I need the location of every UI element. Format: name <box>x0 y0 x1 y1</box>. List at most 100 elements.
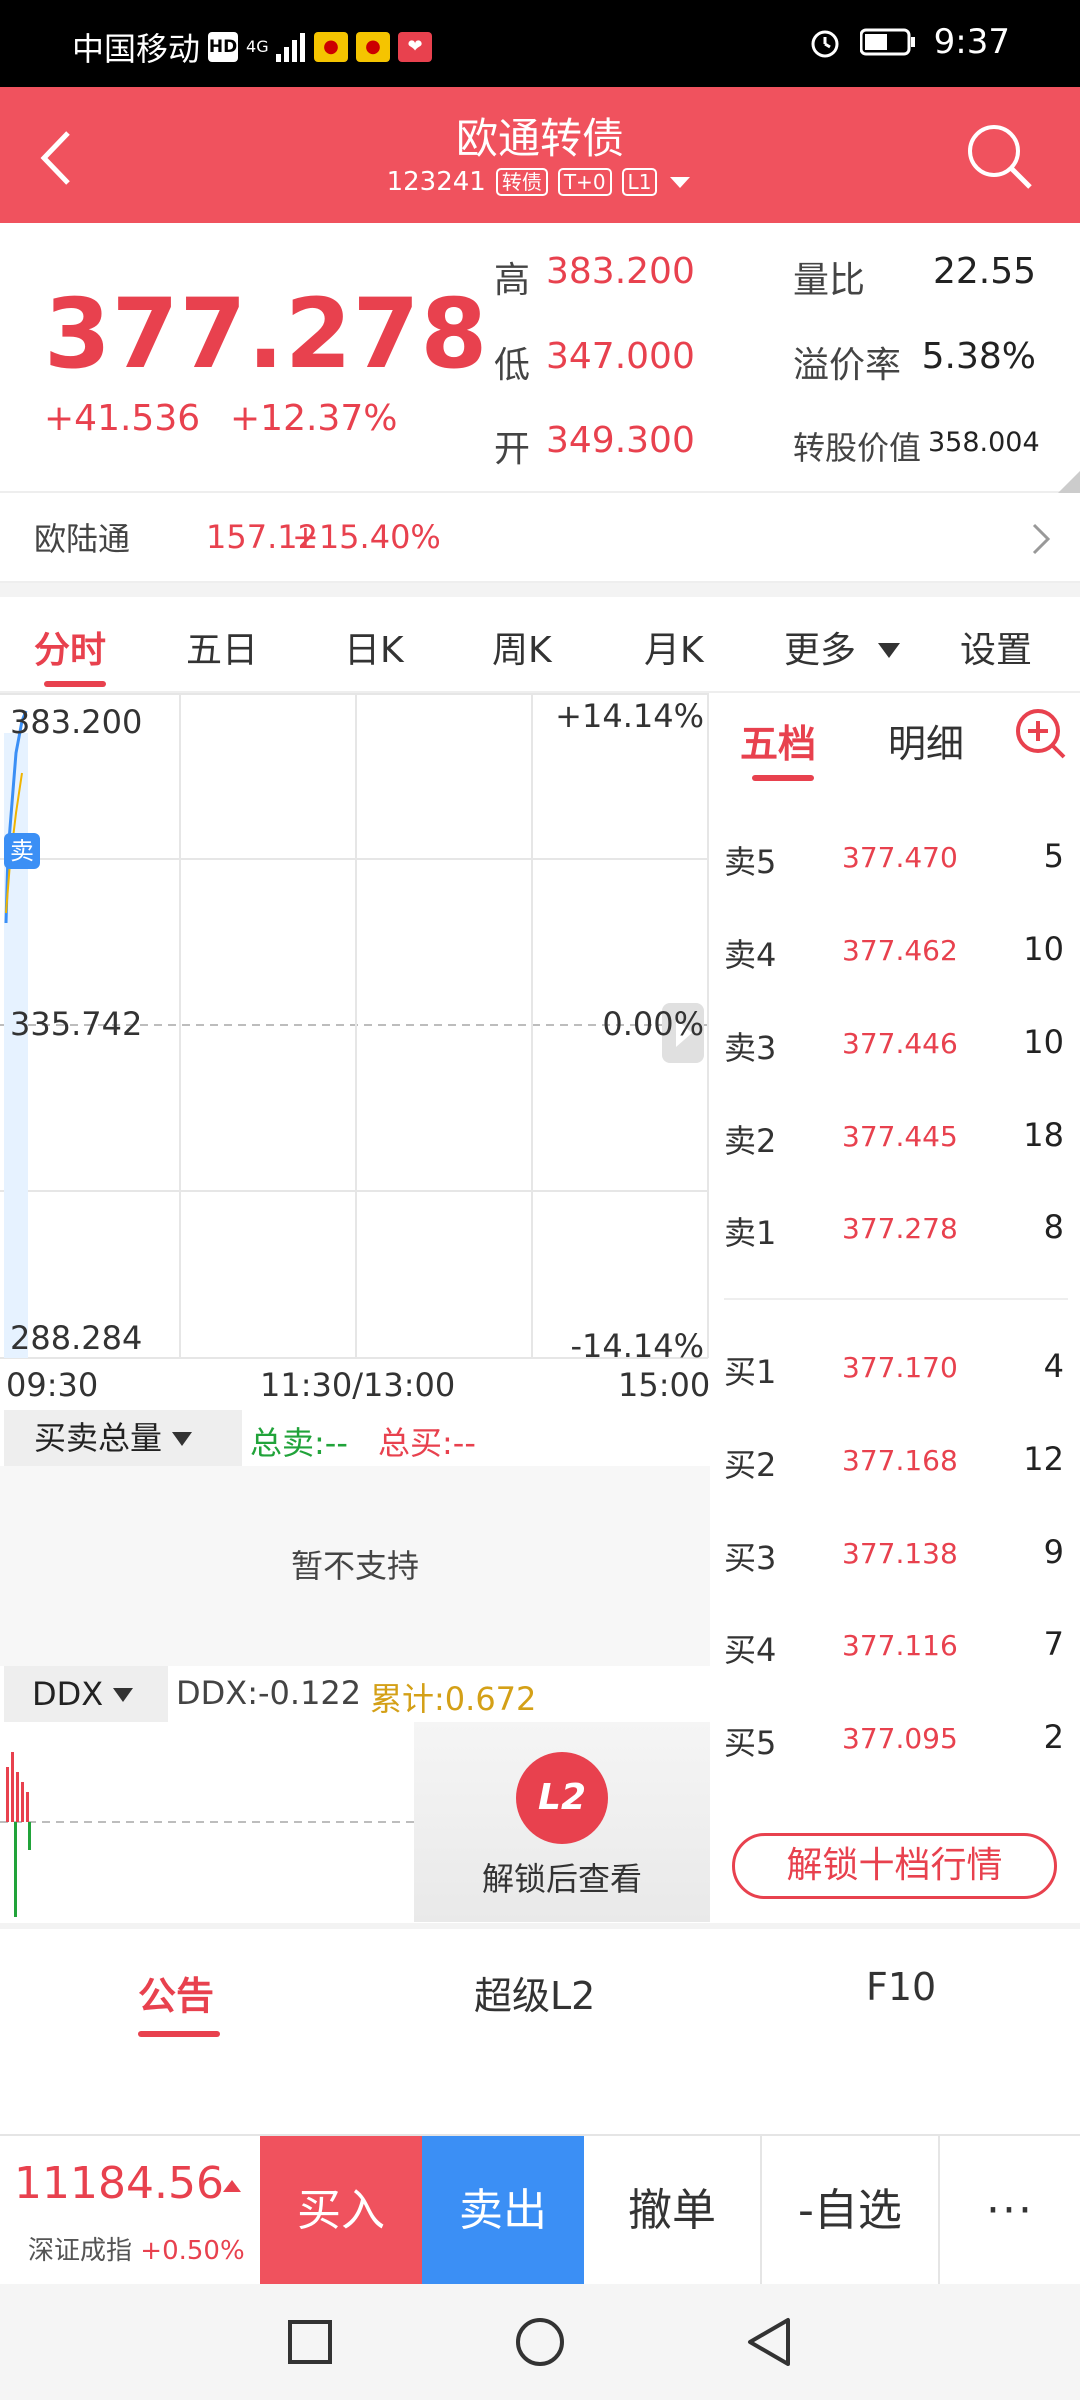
book-tab-indicator <box>752 775 814 781</box>
level-price: 377.138 <box>842 1537 958 1570</box>
carrier-label: 中国移动 <box>72 30 201 68</box>
zoom-in-icon[interactable] <box>1014 707 1066 759</box>
level-volume: 10 <box>1023 1023 1064 1061</box>
level-volume: 18 <box>1023 1116 1064 1154</box>
intraday-chart[interactable]: 383.200 335.742 288.284 +14.14% 0.00% -1… <box>0 693 710 1365</box>
level-label: 买3 <box>724 1539 777 1577</box>
app-header: 欧通转债 123241 转债 T+0 L1 <box>0 87 1080 223</box>
recent-apps-icon[interactable] <box>286 2318 334 2366</box>
tab-more[interactable]: 更多 <box>784 621 902 673</box>
tab-details[interactable]: 明细 <box>888 713 964 768</box>
pct-axis-bottom-label: -14.14% <box>570 1327 704 1365</box>
dropdown-icon <box>113 1688 134 1702</box>
unlock-ten-levels-button[interactable]: 解锁十档行情 <box>732 1833 1057 1899</box>
tab-daily-k[interactable]: 日K <box>344 621 404 673</box>
buy-level-4[interactable]: 买4 377.116 7 <box>724 1625 1064 1685</box>
level-label: 卖4 <box>724 936 777 974</box>
watchlist-button[interactable]: -自选 <box>762 2136 940 2286</box>
y-axis-mid-label: 335.742 <box>10 1005 143 1043</box>
level-volume: 10 <box>1023 930 1064 968</box>
dropdown-icon[interactable] <box>667 172 693 192</box>
ddx-toolbar: DDX DDX:-0.122 累计:0.672 <box>0 1666 710 1722</box>
underlying-change-pct: +15.40% <box>292 518 441 556</box>
level-label: 买4 <box>724 1631 777 1669</box>
level-volume: 7 <box>1043 1625 1064 1663</box>
level-volume: 4 <box>1043 1347 1064 1385</box>
level-label: 卖2 <box>724 1122 777 1160</box>
tab-announcements[interactable]: 公告 <box>138 1965 214 2020</box>
ddx-selector-label: DDX <box>32 1675 104 1713</box>
x-axis-end-label: 15:00 <box>618 1366 711 1404</box>
weibo-icon: ● <box>314 32 349 62</box>
trade-toolbar: 11184.56 深证成指 +0.50% 买入 卖出 撤单 -自选 ··· <box>0 2134 1080 2286</box>
l2-locked-overlay[interactable]: L2 解锁后查看 <box>414 1722 710 1922</box>
tab-f10[interactable]: F10 <box>866 1965 936 2009</box>
weibo-icon-2: ● <box>356 32 391 62</box>
signal-icon <box>276 33 306 62</box>
level-volume: 9 <box>1043 1533 1064 1571</box>
t0-tag: T+0 <box>557 168 612 196</box>
page-title: 欧通转债 <box>455 114 624 163</box>
tab-five-levels[interactable]: 五档 <box>740 713 816 768</box>
home-icon[interactable] <box>514 2316 566 2368</box>
tab-five-day[interactable]: 五日 <box>186 621 258 673</box>
tab-settings[interactable]: 设置 <box>960 621 1032 673</box>
tab-monthly-k[interactable]: 月K <box>644 621 704 673</box>
chart-tabs: 分时 五日 日K 周K 月K 更多 设置 <box>0 597 1080 693</box>
buy-level-2[interactable]: 买2 377.168 12 <box>724 1440 1064 1500</box>
total-sell-label: 总卖:-- <box>250 1424 348 1462</box>
level-price: 377.446 <box>842 1027 958 1060</box>
level-label: 买5 <box>724 1724 777 1762</box>
index-ticker[interactable]: 11184.56 深证成指 +0.50% <box>0 2136 260 2286</box>
total-buy-label: 总买:-- <box>378 1424 476 1462</box>
level-label: 卖5 <box>724 843 777 881</box>
sell-marker-badge[interactable]: 卖 <box>4 833 40 869</box>
price-change: +41.536 <box>44 398 201 439</box>
volume-selector-label: 买卖总量 <box>34 1419 163 1457</box>
level-price: 377.095 <box>842 1722 958 1755</box>
conversion-value-label: 转股价值 <box>793 429 922 467</box>
volume-ratio-label: 量比 <box>793 260 866 301</box>
hd-icon: HD <box>208 32 239 62</box>
underlying-stock-row[interactable]: 欧陆通 157.12 +15.40% <box>0 493 1080 583</box>
more-button[interactable]: ··· <box>940 2136 1080 2286</box>
buy-level-3[interactable]: 买3 377.138 9 <box>724 1533 1064 1593</box>
level-volume: 12 <box>1023 1440 1064 1478</box>
open-value: 349.300 <box>546 420 695 461</box>
underlying-name: 欧陆通 <box>34 520 131 558</box>
buy-level-1[interactable]: 买1 377.170 4 <box>724 1347 1064 1407</box>
tab-super-l2[interactable]: 超级L2 <box>474 1965 595 2020</box>
price-area-fill <box>4 733 28 1358</box>
ddx-chart-svg <box>0 1752 414 1917</box>
security-subtitle[interactable]: 123241 转债 T+0 L1 <box>0 167 1080 197</box>
last-price: 377.278 <box>44 278 489 390</box>
level-volume: 5 <box>1043 837 1064 875</box>
level-price: 377.462 <box>842 934 958 967</box>
pct-axis-top-label: +14.14% <box>555 697 704 735</box>
search-icon[interactable] <box>960 117 1040 197</box>
tab-more-label: 更多 <box>784 630 857 671</box>
active-tab-indicator <box>44 681 106 687</box>
sell-level-1[interactable]: 卖1 377.278 8 <box>724 1208 1064 1268</box>
low-label: 低 <box>494 345 531 386</box>
buy-button[interactable]: 买入 <box>260 2136 422 2286</box>
low-value: 347.000 <box>546 336 695 377</box>
tab-weekly-k[interactable]: 周K <box>492 621 552 673</box>
l2-badge: L2 <box>516 1752 608 1844</box>
back-nav-icon[interactable] <box>744 2316 794 2368</box>
battery-icon <box>859 28 915 56</box>
ddx-value: DDX:-0.122 <box>176 1674 362 1712</box>
buy-level-5[interactable]: 买5 377.095 2 <box>724 1718 1064 1778</box>
sell-level-2[interactable]: 卖2 377.445 18 <box>724 1116 1064 1176</box>
cancel-order-button[interactable]: 撤单 <box>584 2136 762 2286</box>
sell-level-4[interactable]: 卖4 377.462 10 <box>724 930 1064 990</box>
tab-intraday[interactable]: 分时 <box>34 621 106 673</box>
sell-level-3[interactable]: 卖3 377.446 10 <box>724 1023 1064 1083</box>
sell-level-5[interactable]: 卖5 377.470 5 <box>724 837 1064 897</box>
volume-selector[interactable]: 买卖总量 <box>4 1410 242 1466</box>
system-nav-bar <box>0 2284 1080 2400</box>
sell-button[interactable]: 卖出 <box>422 2136 584 2286</box>
y-axis-bottom-label: 288.284 <box>10 1319 143 1357</box>
ddx-selector[interactable]: DDX <box>4 1666 168 1722</box>
level-price: 377.168 <box>842 1444 958 1477</box>
